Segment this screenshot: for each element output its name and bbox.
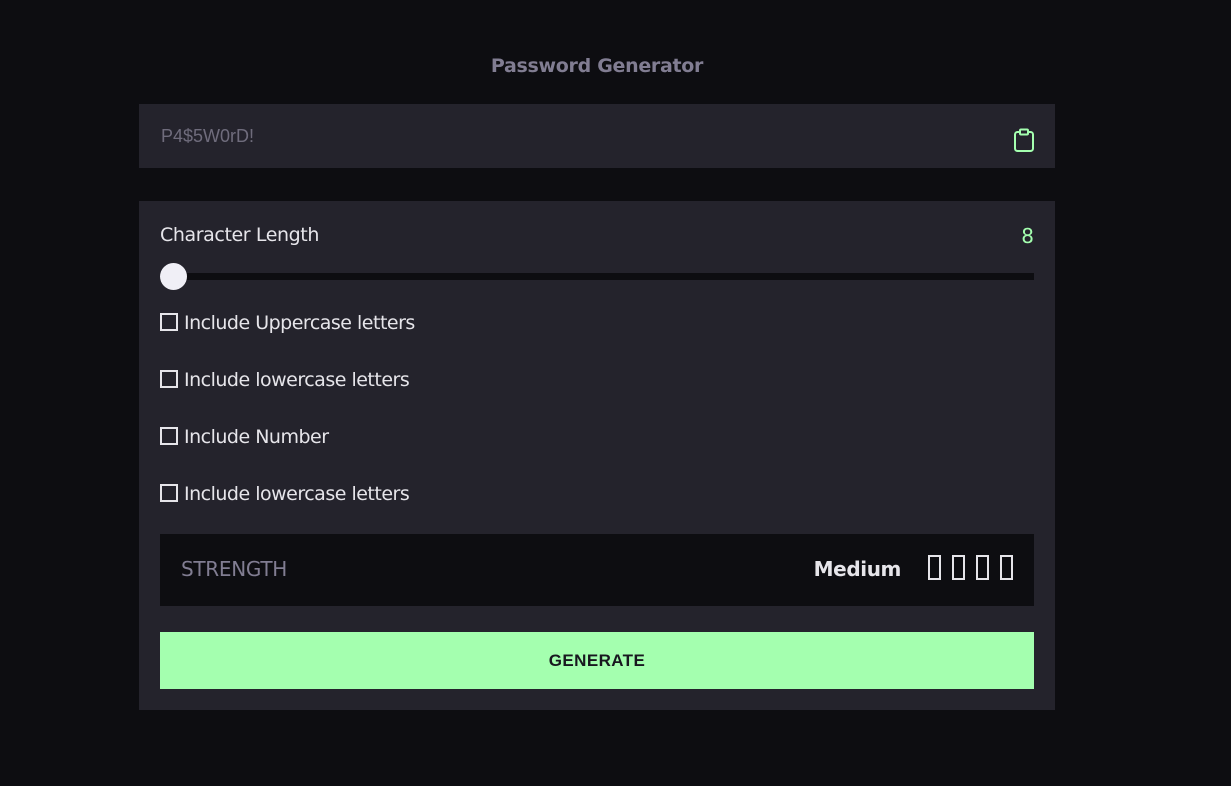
strength-bar: [976, 555, 989, 580]
option-label: Include lowercase letters: [184, 483, 410, 505]
character-length-label: Character Length: [160, 224, 319, 246]
option-lowercase[interactable]: Include lowercase letters: [160, 368, 410, 392]
option-label: Include lowercase letters: [184, 369, 410, 391]
lowercase-2-checkbox[interactable]: [160, 483, 178, 502]
length-slider-track[interactable]: [160, 273, 1034, 280]
uppercase-checkbox[interactable]: [160, 312, 178, 331]
clipboard-icon[interactable]: [1013, 128, 1035, 152]
settings-panel: Character Length 8 Include Uppercase let…: [139, 201, 1055, 710]
strength-bar: [928, 555, 941, 580]
password-generator-page: Password Generator Character Length 8 In…: [0, 0, 1231, 786]
option-numbers[interactable]: Include Number: [160, 425, 329, 449]
strength-bars: [928, 555, 1013, 580]
strength-meter: STRENGTH Medium: [160, 534, 1034, 606]
character-length-value: 8: [1021, 224, 1034, 248]
numbers-checkbox[interactable]: [160, 426, 178, 445]
page-title: Password Generator: [490, 55, 704, 77]
strength-label: STRENGTH: [181, 557, 288, 581]
generate-button[interactable]: GENERATE: [160, 632, 1034, 689]
option-lowercase-2[interactable]: Include lowercase letters: [160, 482, 410, 506]
strength-bar: [952, 555, 965, 580]
password-output-field[interactable]: [161, 124, 981, 148]
strength-value: Medium: [813, 557, 902, 581]
option-label: Include Number: [184, 426, 329, 448]
strength-bar: [1000, 555, 1013, 580]
password-display: [139, 104, 1055, 168]
length-slider-thumb[interactable]: [160, 263, 187, 290]
option-uppercase[interactable]: Include Uppercase letters: [160, 311, 415, 335]
option-label: Include Uppercase letters: [184, 312, 415, 334]
lowercase-checkbox[interactable]: [160, 369, 178, 388]
